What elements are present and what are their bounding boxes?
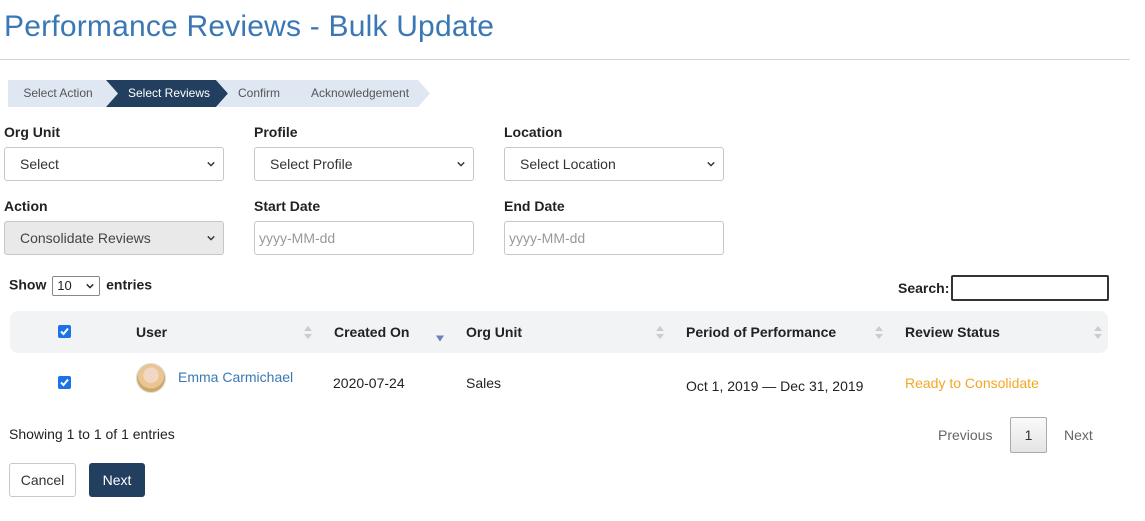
cancel-button[interactable]: Cancel (9, 463, 76, 497)
action-value: Consolidate Reviews (20, 230, 151, 246)
period-cell: Oct 1, 2019 — Dec 31, 2019 (686, 378, 864, 394)
wizard-step-label: Select Action (23, 86, 93, 100)
profile-value: Select Profile (270, 156, 353, 172)
entries-length-select[interactable]: 10 (52, 276, 101, 296)
created-on-cell: 2020-07-24 (333, 375, 405, 391)
chevron-down-icon (707, 161, 715, 167)
checkmark-icon (60, 378, 69, 387)
chevron-down-icon (86, 283, 94, 289)
org-unit-cell: Sales (466, 375, 502, 391)
column-header-created-on[interactable]: Created On (334, 311, 409, 353)
search-label: Search: (898, 280, 950, 296)
org-unit-select[interactable]: Select (4, 147, 224, 181)
avatar (136, 363, 166, 393)
start-date-label: Start Date (254, 198, 321, 214)
row-checkbox[interactable] (58, 376, 71, 389)
column-header-org-unit[interactable]: Org Unit (466, 311, 522, 353)
next-button[interactable]: Next (89, 463, 145, 497)
profile-label: Profile (254, 124, 298, 140)
user-link[interactable]: Emma Carmichael (178, 369, 293, 385)
pagination-previous[interactable]: Previous (938, 427, 992, 443)
sort-both-icon (656, 326, 664, 339)
column-header-review-status[interactable]: Review Status (905, 311, 1000, 353)
entries-label: entries (106, 276, 153, 293)
page-title: Performance Reviews - Bulk Update (4, 10, 495, 43)
wizard-step-label: Select Reviews (127, 86, 211, 100)
wizard-step-select-reviews[interactable]: Select Reviews (106, 80, 228, 107)
action-label: Action (4, 198, 48, 214)
start-date-input[interactable]: yyyy-MM-dd (254, 221, 474, 255)
pagination-next[interactable]: Next (1064, 427, 1093, 443)
action-select[interactable]: Consolidate Reviews (4, 221, 224, 255)
column-header-period[interactable]: Period of Performance (686, 311, 836, 353)
wizard-step-label: Acknowledgement (310, 86, 410, 100)
chevron-down-icon (207, 235, 215, 241)
location-select[interactable]: Select Location (504, 147, 724, 181)
entries-length-control: Show 10 entries (9, 276, 152, 296)
review-status-cell: Ready to Consolidate (905, 375, 1039, 391)
location-value: Select Location (520, 156, 616, 172)
chevron-down-icon (207, 161, 215, 167)
checkmark-icon (60, 327, 69, 336)
show-label: Show (9, 276, 47, 293)
table-header: User Created On Org Unit Period of Perfo… (10, 311, 1108, 353)
start-date-placeholder: yyyy-MM-dd (259, 230, 336, 246)
end-date-placeholder: yyyy-MM-dd (509, 230, 586, 246)
profile-select[interactable]: Select Profile (254, 147, 474, 181)
select-all-checkbox[interactable] (58, 325, 71, 338)
sort-both-icon (1094, 326, 1102, 339)
end-date-input[interactable]: yyyy-MM-dd (504, 221, 724, 255)
title-divider (0, 59, 1130, 60)
org-unit-label: Org Unit (4, 124, 60, 140)
table-info: Showing 1 to 1 of 1 entries (9, 426, 175, 442)
end-date-label: End Date (504, 198, 565, 214)
entries-length-value: 10 (57, 278, 72, 293)
org-unit-value: Select (20, 156, 59, 172)
location-label: Location (504, 124, 563, 140)
pagination-page-1[interactable]: 1 (1010, 417, 1047, 453)
chevron-down-icon (457, 161, 465, 167)
sort-descending-icon (436, 335, 444, 342)
sort-both-icon (875, 326, 883, 339)
column-header-user[interactable]: User (136, 311, 167, 353)
wizard-step-acknowledgement[interactable]: Acknowledgement (290, 80, 430, 107)
sort-both-icon (304, 326, 312, 339)
search-input[interactable] (951, 275, 1109, 301)
wizard-step-select-action[interactable]: Select Action (8, 80, 118, 107)
